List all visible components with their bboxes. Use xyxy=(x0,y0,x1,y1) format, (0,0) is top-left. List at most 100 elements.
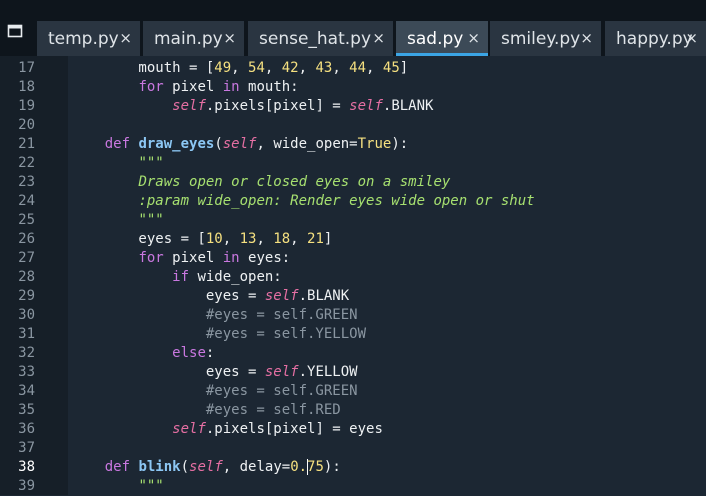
tab-label: temp.py xyxy=(48,28,119,49)
tab-sad-py[interactable]: sad.py × xyxy=(396,21,488,56)
line-number: 29 xyxy=(18,288,35,304)
close-icon[interactable]: × xyxy=(580,29,593,47)
line-number: 23 xyxy=(18,174,35,190)
line-number: 33 xyxy=(18,364,35,380)
code-token: ): xyxy=(391,136,409,152)
line-number: 30 xyxy=(18,307,35,323)
code-token: mouth: xyxy=(239,79,299,95)
tab-label: sense_hat.py xyxy=(259,28,372,49)
code-token: , xyxy=(332,60,350,76)
code-token: """ xyxy=(138,478,164,494)
code-token: 10 xyxy=(205,231,223,247)
code-line: def blink(self, delay=0.75): xyxy=(71,458,341,477)
code-line: :param wide_open: Render eyes wide open … xyxy=(71,192,535,211)
code-token: eyes = xyxy=(71,364,265,380)
code-token: .BLANK xyxy=(298,288,350,304)
code-token: 49 xyxy=(214,60,232,76)
code-editor[interactable]: mouth = [49, 54, 42, 43, 44, 45] for pix… xyxy=(68,56,706,495)
tab-label: smiley.py xyxy=(501,28,581,49)
window-top-strip xyxy=(0,0,706,9)
code-token: self xyxy=(189,459,223,475)
line-number: 17 xyxy=(18,60,35,76)
line-number: 27 xyxy=(18,250,35,266)
code-token: , xyxy=(222,231,240,247)
code-token: self xyxy=(264,288,299,304)
tab-temp-py[interactable]: temp.py × xyxy=(37,21,140,56)
code-token: .BLANK xyxy=(382,98,434,114)
line-number: 26 xyxy=(18,231,35,247)
code-token: if xyxy=(172,269,190,285)
tab-happy-py[interactable]: happy.py × xyxy=(605,21,706,56)
code-token: wide_open: xyxy=(189,269,282,285)
code-token: 21 xyxy=(307,231,324,247)
code-token: : xyxy=(205,345,215,361)
code-token: in xyxy=(222,250,240,266)
code-token: 42 xyxy=(281,60,299,76)
code-token: , delay= xyxy=(222,459,291,475)
tab-label: main.py xyxy=(154,28,223,49)
tabs-menu-icon xyxy=(7,9,23,42)
code-token: self xyxy=(172,421,206,437)
code-line: #eyes = self.GREEN xyxy=(71,382,358,401)
tab-label: happy.py xyxy=(616,28,693,49)
code-token: #eyes = self.GREEN xyxy=(205,383,358,399)
close-icon[interactable]: × xyxy=(685,29,698,47)
line-number: 31 xyxy=(18,326,35,342)
code-token: for xyxy=(138,79,164,95)
code-line: eyes = self.YELLOW xyxy=(71,363,358,382)
code-token: , xyxy=(366,60,383,76)
code-token: ] xyxy=(323,231,333,247)
line-number: 22 xyxy=(18,155,35,171)
code-token: , xyxy=(290,231,308,247)
tab-bar: temp.py × main.py × sense_hat.py × sad.py × smil… xyxy=(0,9,706,56)
code-line: def draw_eyes(self, wide_open=True): xyxy=(71,135,408,154)
code-line: for pixel in mouth: xyxy=(71,78,299,97)
code-token: pixel xyxy=(163,250,223,266)
code-line: eyes = self.BLANK xyxy=(71,287,349,306)
code-line: self.pixels[pixel] = self.BLANK xyxy=(71,97,433,116)
close-icon[interactable]: × xyxy=(119,29,132,47)
close-icon[interactable]: × xyxy=(372,29,385,47)
line-number: 25 xyxy=(18,212,35,228)
code-line: """ xyxy=(71,477,164,495)
code-token: 45 xyxy=(382,60,400,76)
code-token: :param wide_open: Render eyes wide open … xyxy=(138,193,535,209)
line-number: 34 xyxy=(18,383,35,399)
close-icon[interactable]: × xyxy=(223,29,236,47)
code-line: #eyes = self.YELLOW xyxy=(71,325,366,344)
code-token: 13 xyxy=(239,231,257,247)
line-number: 18 xyxy=(18,79,35,95)
line-number: 20 xyxy=(18,117,35,133)
line-number: 28 xyxy=(18,269,35,285)
close-icon[interactable]: × xyxy=(467,29,480,47)
code-token: eyes: xyxy=(239,250,291,266)
code-token: , xyxy=(231,60,249,76)
tab-main-py[interactable]: main.py × xyxy=(143,21,244,56)
code-token: ( xyxy=(180,459,190,475)
code-line: mouth = [49, 54, 42, 43, 44, 45] xyxy=(71,59,408,78)
code-token: self xyxy=(349,98,383,114)
line-number: 38 xyxy=(18,459,35,475)
code-line: eyes = [10, 13, 18, 21] xyxy=(71,230,332,249)
line-number: 35 xyxy=(18,402,35,418)
code-line: else: xyxy=(71,344,214,363)
code-token: , xyxy=(256,231,274,247)
tabs-menu-button[interactable] xyxy=(0,9,30,56)
tab-smiley-py[interactable]: smiley.py × xyxy=(490,21,601,56)
tab-sense-hat-py[interactable]: sense_hat.py × xyxy=(248,21,393,56)
code-token: in xyxy=(222,79,240,95)
